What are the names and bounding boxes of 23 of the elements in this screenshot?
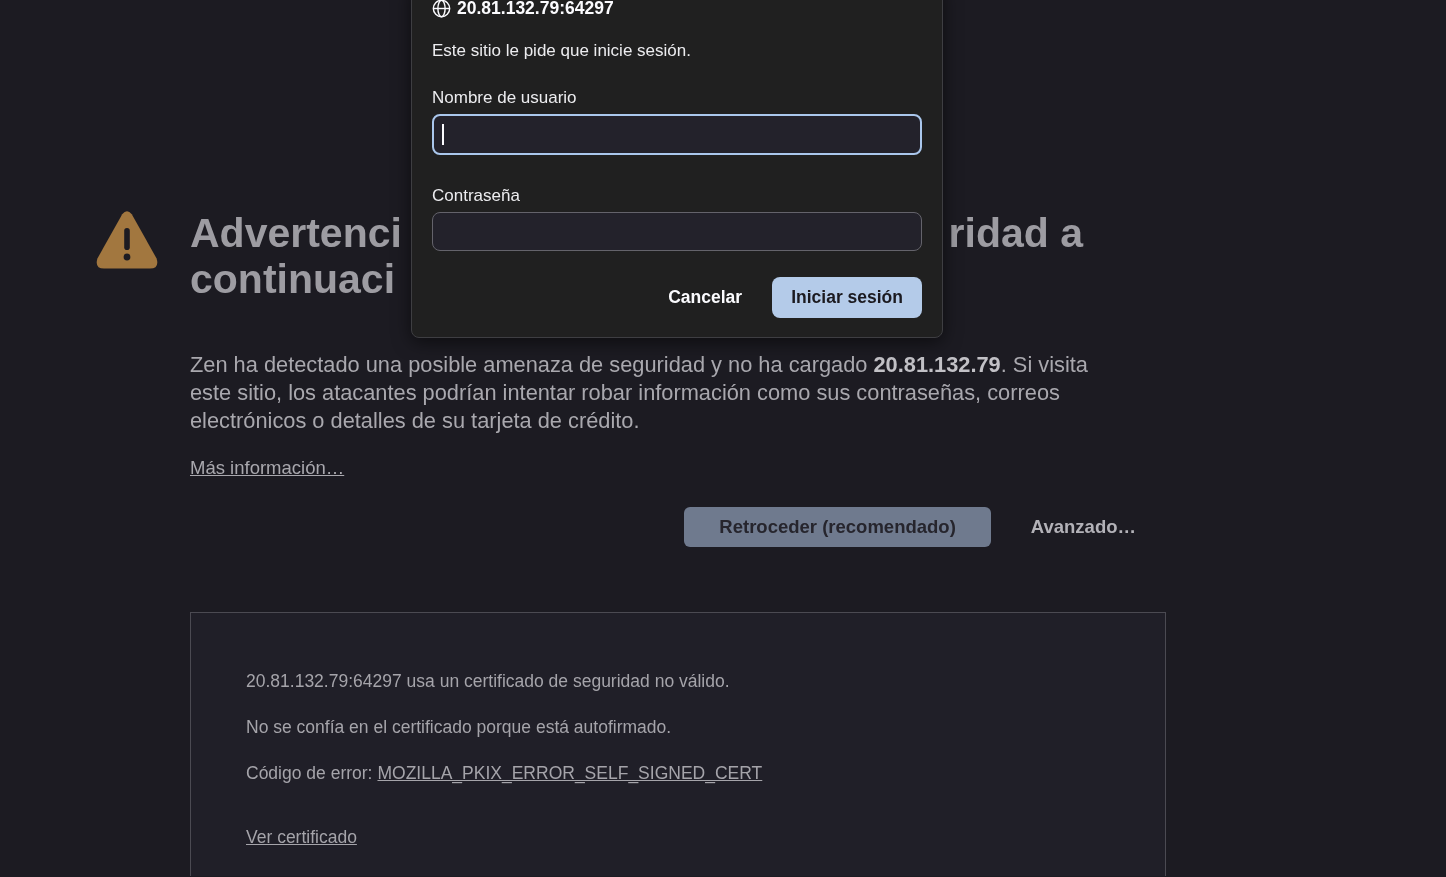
warning-icon: [96, 211, 158, 269]
warning-description: Zen ha detectado una posible amenaza de seguridad y no ha cargado 20.81.132.79. Si visita este sitio, los atacantes podrían intentar robar información como sus contraseñas, correos electrónicos o detalles de su tarjeta de crédito.: [190, 351, 1089, 435]
dialog-title: 20.81.132.79:64297: [457, 0, 614, 18]
field-label: Contraseña: [432, 185, 521, 207]
view-certificate-link[interactable]: Ver certificado: [246, 826, 357, 848]
error-code-label: Código de error:: [246, 763, 373, 783]
password-field[interactable]: [432, 212, 922, 251]
globe-icon: [432, 0, 451, 18]
go-back-button[interactable]: Retroceder (recomendado): [684, 507, 991, 547]
error-code-link[interactable]: MOZILLA_PKIX_ERROR_SELF_SIGNED_CERT: [377, 763, 763, 783]
certificate-error-text: No se confía en el certificado porque está autofirmado.: [246, 716, 673, 738]
warning-heading: Advertenci: [190, 210, 402, 256]
sign-in-button[interactable]: Iniciar sesión: [772, 277, 922, 318]
dialog-message: Este sitio le pide que inicie sesión.: [432, 40, 692, 62]
advanced-button[interactable]: Avanzado…: [1010, 507, 1156, 547]
username-field[interactable]: [432, 114, 922, 155]
field-label: Nombre de usuario: [432, 87, 578, 109]
warning-heading: ridad a: [948, 210, 1083, 256]
cancel-button[interactable]: Cancelar: [648, 277, 763, 318]
warning-heading: continuaci: [190, 256, 396, 302]
text-cursor-icon: [442, 124, 444, 145]
certificate-error-text: 20.81.132.79:64297 usa un certificado de seguridad no válido.: [246, 670, 731, 692]
learn-more-link[interactable]: Más información…: [190, 457, 345, 479]
